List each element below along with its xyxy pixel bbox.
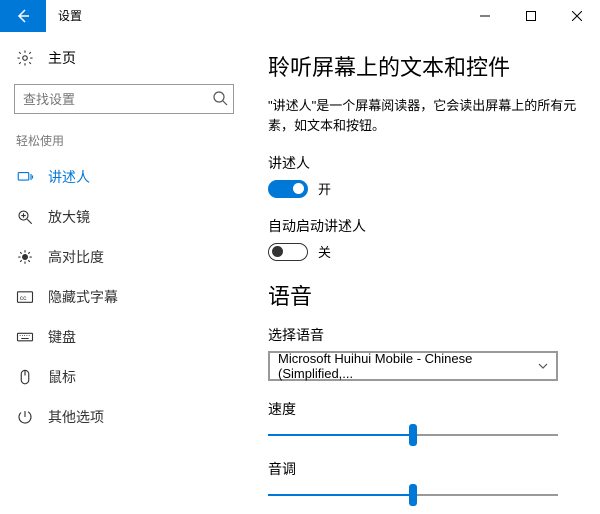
- svg-text:cc: cc: [20, 295, 27, 302]
- speed-slider-label: 速度: [268, 399, 580, 419]
- pitch-slider[interactable]: [268, 485, 558, 505]
- sidebar-item-keyboard[interactable]: 键盘: [0, 317, 248, 357]
- power-icon: [16, 408, 34, 426]
- close-icon: [572, 11, 582, 21]
- window-title: 设置: [58, 7, 82, 24]
- narrator-toggle-label: 讲述人: [268, 153, 580, 173]
- autostart-toggle[interactable]: [268, 243, 308, 261]
- maximize-button[interactable]: [508, 0, 554, 32]
- search-icon: [212, 90, 228, 106]
- page-description: "讲述人"是一个屏幕阅读器，它会读出屏幕上的所有元素，如文本和按钮。: [268, 96, 580, 135]
- sidebar-item-narrator[interactable]: 讲述人: [0, 157, 248, 197]
- pitch-slider-label: 音调: [268, 459, 580, 479]
- sidebar-item-label: 键盘: [48, 327, 76, 347]
- sidebar-item-label: 放大镜: [48, 207, 90, 227]
- voice-selected-value: Microsoft Huihui Mobile - Chinese (Simpl…: [278, 351, 538, 381]
- maximize-icon: [526, 11, 536, 21]
- close-button[interactable]: [554, 0, 600, 32]
- minimize-button[interactable]: [462, 0, 508, 32]
- search-container: [14, 84, 234, 114]
- search-input[interactable]: [14, 84, 234, 114]
- arrow-left-icon: [15, 8, 31, 24]
- keyboard-icon: [16, 328, 34, 346]
- sidebar-item-high-contrast[interactable]: 高对比度: [0, 237, 248, 277]
- sidebar-item-other-options[interactable]: 其他选项: [0, 397, 248, 437]
- voice-select-label: 选择语音: [268, 325, 580, 345]
- minimize-icon: [480, 11, 490, 21]
- sidebar-item-closed-captions[interactable]: cc 隐藏式字幕: [0, 277, 248, 317]
- speed-slider[interactable]: [268, 425, 558, 445]
- page-title: 聆听屏幕上的文本和控件: [268, 50, 580, 82]
- sidebar-item-label: 鼠标: [48, 367, 76, 387]
- content-area: 聆听屏幕上的文本和控件 "讲述人"是一个屏幕阅读器，它会读出屏幕上的所有元素，如…: [248, 32, 600, 514]
- sidebar-item-magnifier[interactable]: 放大镜: [0, 197, 248, 237]
- sidebar: 主页 轻松使用 讲述人 放大镜 高对比度: [0, 32, 248, 514]
- sidebar-item-label: 高对比度: [48, 247, 104, 267]
- voice-dropdown[interactable]: Microsoft Huihui Mobile - Chinese (Simpl…: [268, 351, 558, 381]
- narrator-toggle-state: 开: [318, 179, 331, 198]
- chevron-down-icon: [538, 361, 548, 371]
- sidebar-item-label: 隐藏式字幕: [48, 287, 118, 307]
- voice-heading: 语音: [268, 279, 580, 311]
- title-bar: 设置: [0, 0, 600, 32]
- sidebar-item-label: 其他选项: [48, 407, 104, 427]
- mouse-icon: [16, 368, 34, 386]
- sidebar-item-label: 讲述人: [48, 167, 90, 187]
- autostart-toggle-label: 自动启动讲述人: [268, 216, 580, 236]
- autostart-toggle-state: 关: [318, 242, 331, 261]
- cc-icon: cc: [16, 288, 34, 306]
- gear-icon: [16, 49, 34, 67]
- narrator-icon: [16, 168, 34, 186]
- contrast-icon: [16, 248, 34, 266]
- narrator-toggle[interactable]: [268, 180, 308, 198]
- sidebar-item-mouse[interactable]: 鼠标: [0, 357, 248, 397]
- magnifier-icon: [16, 208, 34, 226]
- home-label: 主页: [48, 48, 76, 68]
- home-button[interactable]: 主页: [0, 48, 248, 78]
- sidebar-section-label: 轻松使用: [0, 126, 248, 157]
- back-button[interactable]: [0, 0, 46, 32]
